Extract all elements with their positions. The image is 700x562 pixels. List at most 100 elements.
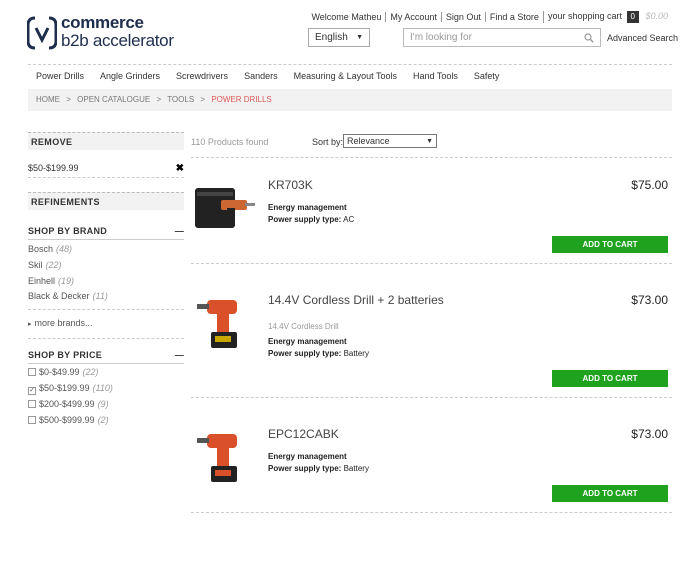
shop-by-price-header[interactable]: SHOP BY PRICE — [28,350,184,364]
price-count: (2) [97,415,109,425]
nav-item-sanders[interactable]: Sanders [244,71,278,81]
checkbox-checked[interactable]: ✓ [28,387,36,395]
price-label: $0-$49.99 [39,367,80,377]
divider [28,64,672,65]
product-image-kit-case[interactable] [193,178,257,242]
brand-filter-skil[interactable]: Skil (22) [28,260,62,270]
attr-label: Energy management [268,337,347,346]
sort-select[interactable]: Relevance ▼ [343,134,437,148]
product-image-drill[interactable] [193,426,257,490]
nav-item-hand-tools[interactable]: Hand Tools [413,71,458,81]
price-label: $50-$199.99 [39,383,90,393]
breadcrumb-separator: > [156,95,162,104]
remove-title: REMOVE [28,132,184,150]
search-placeholder: I'm looking for [410,32,472,43]
product-name[interactable]: EPC12CABK [268,427,339,441]
breadcrumb-current: POWER DRILLS [211,95,272,104]
brand-count: (48) [56,244,73,254]
price-filter-50-199[interactable]: ✓ $50-$199.99 (110) [28,383,113,395]
price-filter-500-999[interactable]: $500-$999.99 (2) [28,415,109,425]
shop-by-brand-title: SHOP BY BRAND [28,226,108,236]
logo-line1: commerce [61,13,144,32]
product-attr: Energy management [268,203,347,212]
breadcrumb-separator: > [200,95,206,104]
more-brands-link[interactable]: ▸ more brands... [28,318,93,328]
applied-filter: $50-$199.99 ✖ [28,163,184,174]
divider [191,263,672,264]
product-attr: Power supply type: AC [268,215,354,224]
sign-out-link[interactable]: Sign Out [440,12,485,22]
brand-name: Einhell [28,276,56,286]
divider [28,338,184,339]
breadcrumb-catalogue[interactable]: OPEN CATALOGUE [77,95,150,104]
shop-by-price-title: SHOP BY PRICE [28,350,103,360]
shop-by-brand-header[interactable]: SHOP BY BRAND — [28,226,184,240]
collapse-icon[interactable]: — [175,226,184,236]
product-subtitle: 14.4V Cordless Drill [268,322,339,331]
logo-icon[interactable] [27,16,57,50]
close-icon[interactable]: ✖ [176,163,184,174]
search-input[interactable]: I'm looking for [403,28,601,47]
price-filter-0-49[interactable]: $0-$49.99 (22) [28,367,99,377]
checkbox[interactable] [28,416,36,424]
brand-filter-bosch[interactable]: Bosch (48) [28,244,72,254]
product-attr: Energy management [268,452,347,461]
brand-count: (19) [58,276,75,286]
cart-total: $0.00 [645,11,668,21]
attr-value: Battery [343,349,369,358]
chevron-down-icon: ▼ [356,34,363,41]
refinements-title: REFINEMENTS [28,192,184,210]
checkbox[interactable] [28,368,36,376]
add-to-cart-button[interactable]: ADD TO CART [552,236,668,253]
collapse-icon[interactable]: — [175,350,184,360]
attr-label: Power supply type: [268,464,342,473]
divider [28,309,184,310]
nav-item-angle-grinders[interactable]: Angle Grinders [100,71,160,81]
shopping-cart-link[interactable]: your shopping cart 0 $0.00 [542,11,672,23]
divider [191,397,672,398]
product-price: $73.00 [631,293,668,307]
cart-count-badge: 0 [626,11,639,23]
brand-filter-black-decker[interactable]: Black & Decker (11) [28,291,108,301]
attr-label: Energy management [268,452,347,461]
product-name[interactable]: 14.4V Cordless Drill + 2 batteries [268,293,444,307]
search-icon[interactable] [584,32,594,43]
price-label: $500-$999.99 [39,415,95,425]
product-name[interactable]: KR703K [268,178,313,192]
breadcrumb-separator: > [66,95,71,104]
find-store-link[interactable]: Find a Store [484,12,543,22]
brand-filter-einhell[interactable]: Einhell (19) [28,276,74,286]
price-count: (22) [82,367,99,377]
sort-value: Relevance [347,136,390,146]
advanced-search-link[interactable]: Advanced Search [607,33,678,43]
breadcrumb-home[interactable]: HOME [36,95,60,104]
product-image-drill[interactable] [193,292,257,356]
attr-label: Power supply type: [268,215,342,224]
nav-item-safety[interactable]: Safety [474,71,500,81]
nav-item-screwdrivers[interactable]: Screwdrivers [176,71,228,81]
chevron-right-icon: ▸ [28,321,32,328]
my-account-link[interactable]: My Account [385,12,441,22]
welcome-text: Welcome Matheu [311,12,382,22]
applied-filter-label: $50-$199.99 [28,163,79,173]
cart-label: your shopping cart [547,11,622,21]
checkbox[interactable] [28,400,36,408]
nav-item-power-drills[interactable]: Power Drills [36,71,84,81]
add-to-cart-button[interactable]: ADD TO CART [552,370,668,387]
attr-value: Battery [343,464,369,473]
breadcrumb-tools[interactable]: TOOLS [167,95,194,104]
price-label: $200-$499.99 [39,399,95,409]
language-select[interactable]: English ▼ [308,28,370,47]
products-found: 110 Products found [191,137,269,147]
price-filter-200-499[interactable]: $200-$499.99 (9) [28,399,109,409]
add-to-cart-button[interactable]: ADD TO CART [552,485,668,502]
breadcrumb: HOME > OPEN CATALOGUE > TOOLS > POWER DR… [28,89,672,111]
product-attr: Power supply type: Battery [268,464,369,473]
divider [191,512,672,513]
attr-label: Energy management [268,203,347,212]
brand-name: Black & Decker [28,291,90,301]
brand-name: Skil [28,260,43,270]
attr-value: AC [343,215,355,224]
nav-item-measuring-layout-tools[interactable]: Measuring & Layout Tools [294,71,397,81]
logo-text[interactable]: commerce b2b accelerator [61,14,174,50]
